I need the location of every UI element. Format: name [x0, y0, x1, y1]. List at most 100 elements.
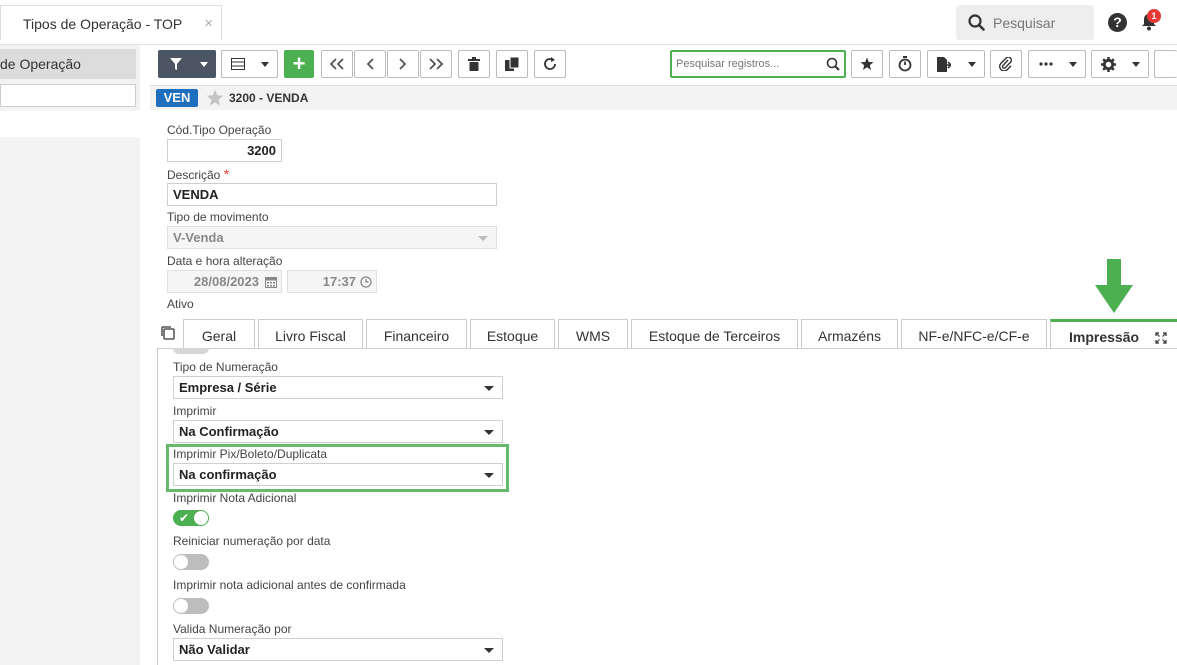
more-options-button[interactable]: [1028, 50, 1086, 78]
record-search-placeholder: Pesquisar registros...: [676, 58, 780, 70]
more-icon: [1039, 62, 1053, 66]
add-button[interactable]: +: [284, 50, 314, 78]
toggle-knob: [194, 511, 208, 525]
toggle-knob: [174, 555, 188, 569]
pix-boleto-value: Na confirmação: [179, 467, 277, 482]
nota-adicional-label: Imprimir Nota Adicional: [173, 491, 297, 505]
valida-numeracao-select[interactable]: Não Validar: [173, 638, 503, 661]
record-type-badge: VEN: [156, 89, 198, 107]
tab-armazens[interactable]: Armazéns: [801, 319, 898, 349]
data-field: 28/08/2023: [167, 270, 282, 293]
settings-button[interactable]: [1091, 50, 1149, 78]
search-icon[interactable]: [826, 57, 840, 71]
record-title: 3200 - VENDA: [229, 91, 309, 105]
pix-boleto-select[interactable]: Na confirmação: [173, 463, 503, 486]
gear-icon: [1101, 56, 1116, 72]
valida-numeracao-label: Valida Numeração por: [173, 622, 292, 636]
chevron-down-icon: [261, 62, 269, 67]
descricao-label-text: Descrição: [167, 168, 221, 182]
favorite-star-icon[interactable]: [206, 89, 224, 107]
cod-field[interactable]: 3200: [167, 139, 282, 162]
tab-estoque-terceiros[interactable]: Estoque de Terceiros: [631, 319, 798, 349]
tab-impressao[interactable]: Impressão: [1050, 319, 1177, 349]
record-bar: VEN 3200 - VENDA: [150, 85, 1177, 110]
expand-icon[interactable]: [1155, 332, 1167, 344]
double-chevron-right-icon: [429, 58, 444, 70]
window-tab[interactable]: Tipos de Operação - TOP ×: [0, 5, 222, 40]
previous-record-button[interactable]: [354, 50, 386, 78]
imprimir-label: Imprimir: [173, 404, 217, 418]
chevron-down-icon: [478, 236, 488, 241]
timer-button[interactable]: [889, 50, 921, 78]
tab-wms[interactable]: WMS: [558, 319, 628, 349]
clock-icon: [360, 276, 372, 288]
grid-icon: [231, 58, 245, 70]
last-record-button[interactable]: [420, 50, 452, 78]
favorite-button[interactable]: [851, 50, 883, 78]
reiniciar-label: Reiniciar numeração por data: [173, 534, 331, 548]
toolbar: + Pesquisar registros...: [150, 45, 1177, 85]
required-mark: *: [223, 166, 230, 182]
stopwatch-icon: [898, 56, 912, 72]
chevron-down-icon: [1069, 62, 1077, 67]
imprimir-value: Na Confirmação: [179, 424, 279, 439]
chevron-left-icon: [366, 58, 374, 70]
search-icon: [968, 14, 985, 31]
tab-bar: Geral Livro Fiscal Financeiro Estoque WM…: [160, 319, 1177, 349]
tab-geral[interactable]: Geral: [183, 319, 255, 349]
close-tab-icon[interactable]: ×: [204, 15, 213, 32]
toggle-knob: [174, 599, 188, 613]
antes-confirmada-toggle[interactable]: [173, 598, 209, 614]
cod-label: Cód.Tipo Operação: [167, 123, 272, 137]
reiniciar-toggle[interactable]: [173, 554, 209, 570]
delete-button[interactable]: [458, 50, 490, 78]
imprimir-select[interactable]: Na Confirmação: [173, 420, 503, 443]
ativo-label: Ativo: [167, 297, 194, 311]
help-icon[interactable]: ?: [1108, 13, 1127, 32]
chevron-down-icon: [484, 386, 494, 391]
tab-financeiro[interactable]: Financeiro: [366, 319, 467, 349]
chevron-right-icon: [399, 58, 407, 70]
record-search-input[interactable]: Pesquisar registros...: [670, 50, 846, 78]
chevron-down-icon: [484, 430, 494, 435]
left-list-area: [0, 111, 140, 137]
next-record-button[interactable]: [387, 50, 419, 78]
hora-field: 17:37: [287, 270, 377, 293]
notification-badge: 1: [1147, 9, 1161, 23]
grid-view-button[interactable]: [221, 50, 278, 78]
pix-boleto-label: Imprimir Pix/Boleto/Duplicata: [173, 447, 328, 461]
chevron-down-icon: [484, 648, 494, 653]
tab-nfe[interactable]: NF-e/NFC-e/CF-e: [901, 319, 1047, 349]
tipo-numeracao-select[interactable]: Empresa / Série: [173, 376, 503, 399]
filter-button[interactable]: [158, 50, 216, 78]
file-export-icon: [937, 56, 951, 72]
tipo-movimento-value: V-Venda: [173, 230, 224, 245]
check-icon: ✔: [179, 511, 190, 525]
left-filter-input[interactable]: [0, 84, 136, 107]
overflow-button[interactable]: [1154, 50, 1177, 78]
data-value: 28/08/2023: [193, 274, 259, 289]
first-record-button[interactable]: [321, 50, 353, 78]
tab-estoque[interactable]: Estoque: [470, 319, 555, 349]
export-button[interactable]: [927, 50, 985, 78]
green-arrow-pointer: [1095, 259, 1133, 313]
descricao-label: Descrição *: [167, 166, 229, 182]
refresh-icon: [544, 57, 556, 70]
calendar-icon: [265, 277, 277, 288]
filter-icon: [170, 58, 182, 70]
tipo-movimento-label: Tipo de movimento: [167, 210, 269, 224]
paperclip-icon: [999, 57, 1013, 71]
descricao-field[interactable]: VENDA: [167, 183, 497, 206]
refresh-button[interactable]: [534, 50, 566, 78]
attach-button[interactable]: [990, 50, 1022, 78]
top-bar: Tipos de Operação - TOP × Pesquisar ? 1: [0, 0, 1177, 45]
nota-adicional-toggle[interactable]: ✔: [173, 510, 209, 526]
chevron-down-icon: [1132, 62, 1140, 67]
hora-value: 17:37: [322, 274, 356, 289]
left-panel-header[interactable]: de Operação: [0, 49, 136, 79]
double-chevron-left-icon: [329, 58, 344, 70]
tab-livro-fiscal[interactable]: Livro Fiscal: [258, 319, 363, 349]
global-search[interactable]: Pesquisar: [956, 5, 1094, 40]
data-alteracao-label: Data e hora alteração: [167, 254, 283, 268]
duplicate-button[interactable]: [496, 50, 528, 78]
